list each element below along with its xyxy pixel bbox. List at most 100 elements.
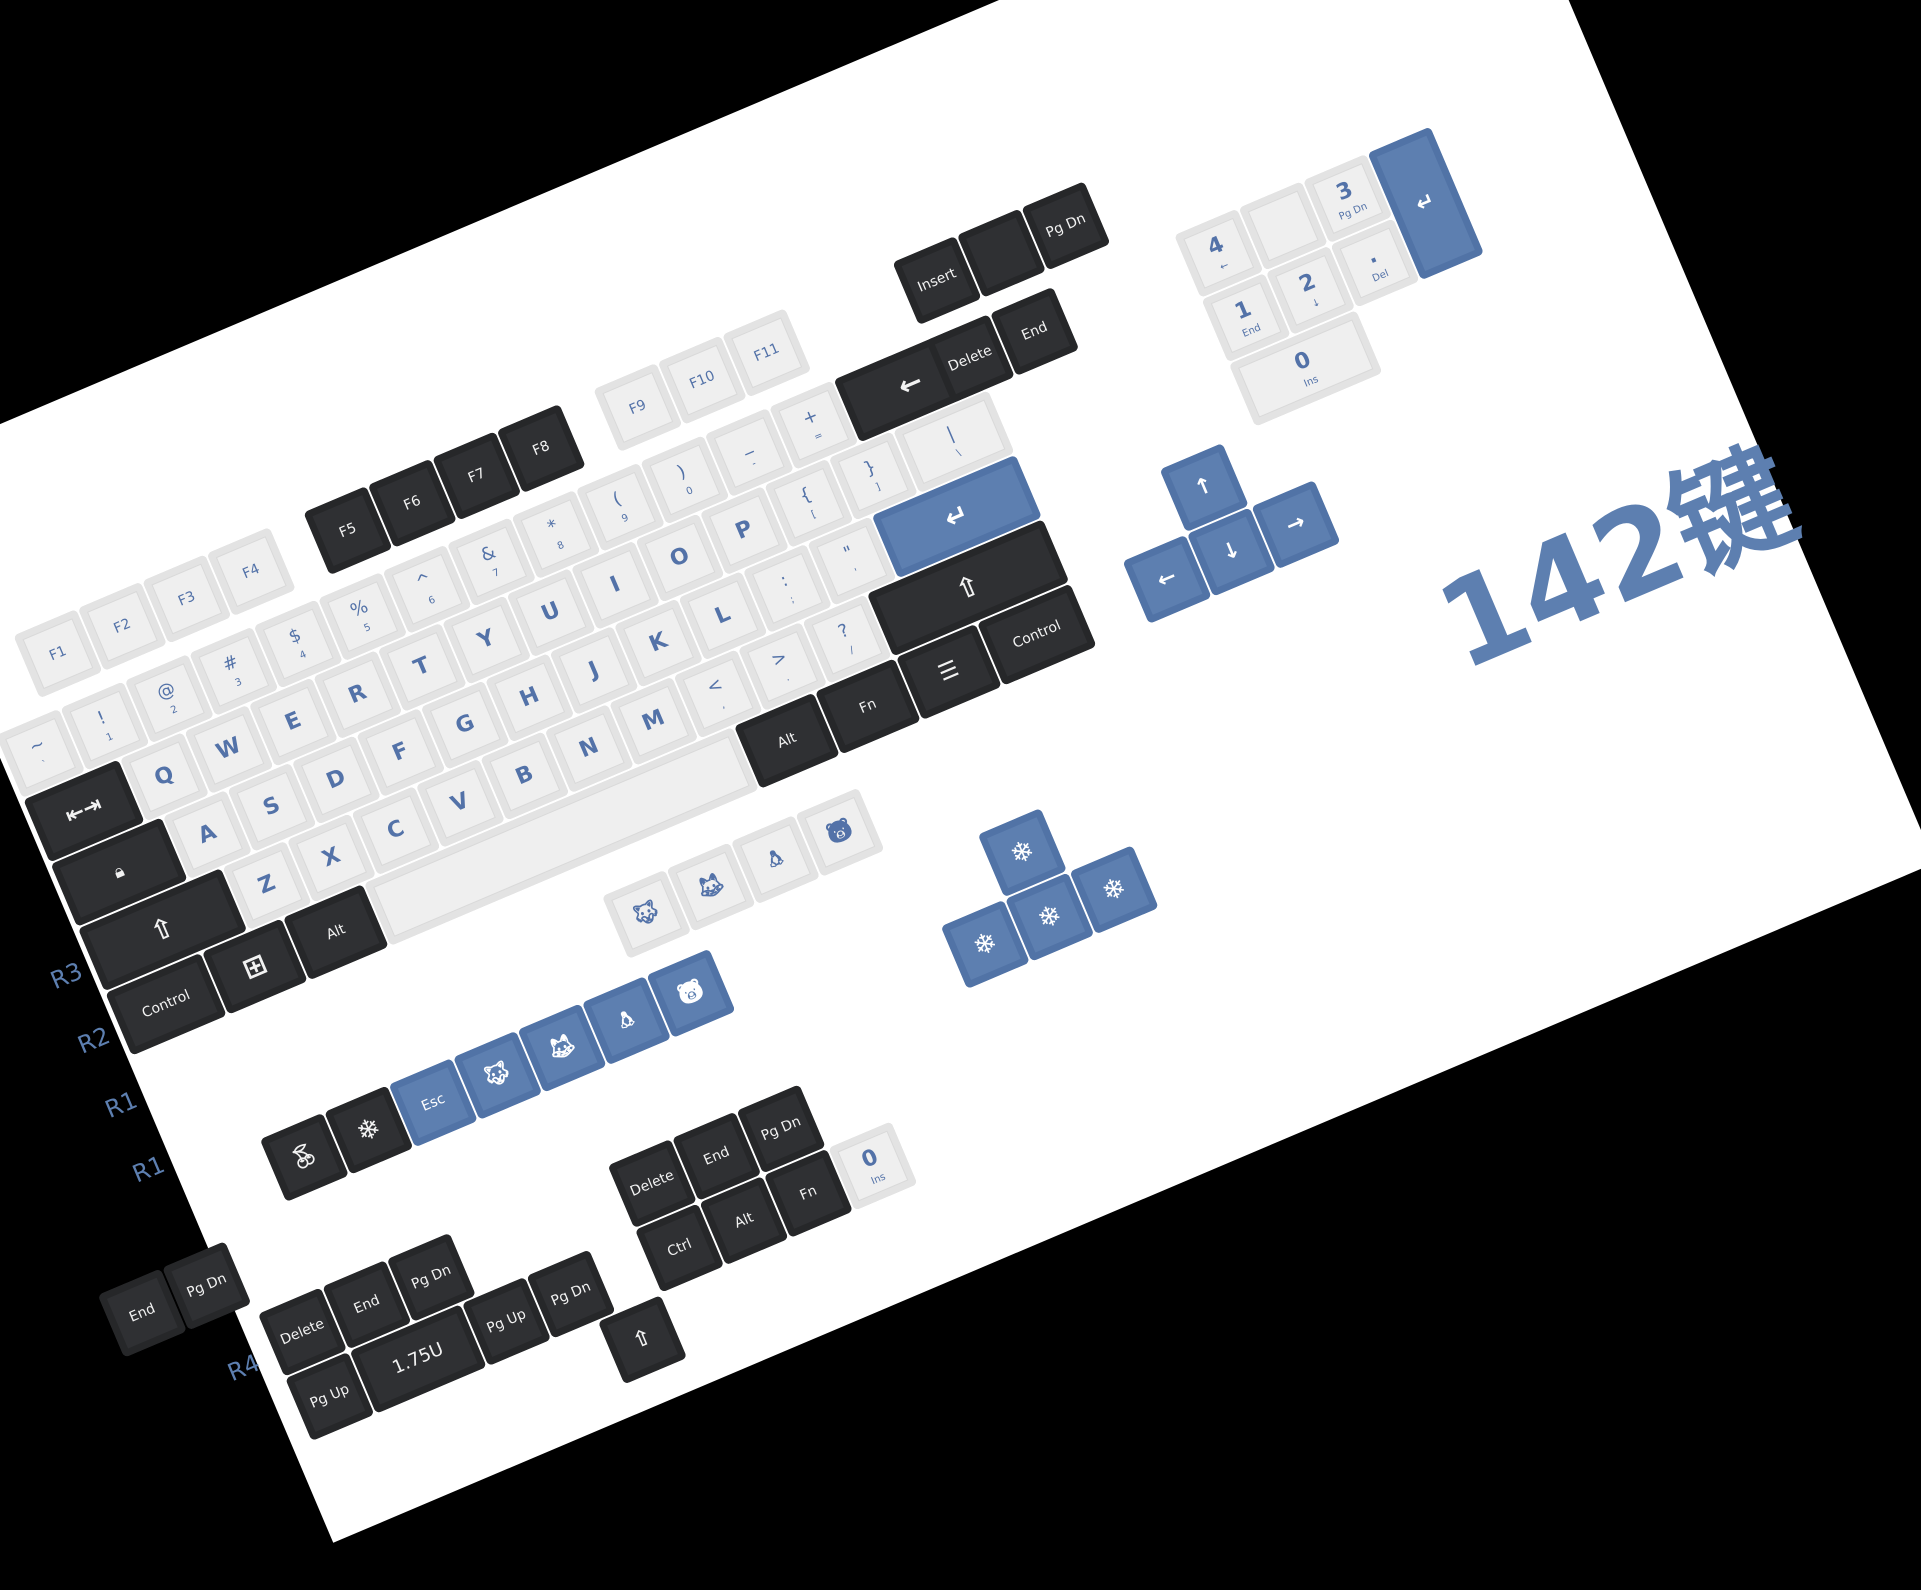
keycap-legend: F3 <box>175 588 198 610</box>
keycap-sublegend: 1 <box>104 730 115 744</box>
keycap-legend: Delete <box>945 342 995 376</box>
keycap-sublegend: \ <box>954 447 963 459</box>
keycap-legend: Esc <box>419 1090 448 1115</box>
keycap-sublegend: 7 <box>491 566 502 580</box>
keycap-legend: Y <box>474 625 499 655</box>
keycap-sublegend: ' <box>853 566 861 578</box>
keycap-sublegend: 0 <box>684 484 695 498</box>
keycap-legend: C <box>383 815 409 846</box>
keycap-legend: " <box>840 541 857 565</box>
keycap-legend: W <box>212 733 245 766</box>
keycap-legend: ⇧ <box>145 909 180 949</box>
keycap-legend: ❄ <box>1032 896 1067 937</box>
keycap-legend: End <box>1019 318 1051 344</box>
keycap-legend: Pg Dn <box>409 1261 454 1293</box>
keycap-legend: F10 <box>687 367 718 393</box>
keycap-legend: ↵ <box>939 496 974 536</box>
keycap-legend: Delete <box>278 1315 327 1349</box>
keycap-legend: S <box>259 792 285 822</box>
keycap-legend: 🐧︎ <box>764 845 787 874</box>
keycap-grid: F1 F2 F3 F4 F5 F6 F7 F8 F9 F10 F11 Insert Pg Dn ~ `! 1 @… <box>0 0 1485 1442</box>
keycap-legend: ❄ <box>351 1109 386 1150</box>
keycap-legend: 🐺︎ <box>479 1058 516 1093</box>
keycap-legend: F <box>388 737 413 767</box>
keycap-sublegend: ] <box>874 481 883 493</box>
keycap-legend: ! <box>94 707 110 730</box>
keycap-legend: U <box>537 597 565 628</box>
row-label: R1 <box>128 1150 169 1189</box>
keycap-sublegend: ↓ <box>1310 296 1323 311</box>
keycap-legend: | <box>943 422 958 445</box>
keycap-legend: 1.75U <box>389 1338 447 1379</box>
keycap-legend: H <box>516 682 544 713</box>
keycap-legend: 🍒︎ <box>286 1140 323 1175</box>
keycap-layout-sheet: R3 R2 R1 R1 R4 142键 F1 F2 F3 F4 F5 F6 F7 F8 F9 F1… <box>0 0 1921 1543</box>
keycap-legend: : <box>777 569 792 592</box>
keycap-legend: ) <box>674 460 689 484</box>
keycap-legend: ⊞ <box>237 946 272 986</box>
keycap-legend: F9 <box>626 396 649 419</box>
keycap-legend: . <box>1363 242 1381 269</box>
keycap-legend: L <box>711 601 735 630</box>
keycap-legend: ( <box>609 488 625 511</box>
keycap-legend: F4 <box>240 560 263 583</box>
keycap-legend: ⇧ <box>629 1324 656 1355</box>
keycap-legend: 1 <box>1231 295 1255 325</box>
keycap-legend: 🐧︎ <box>615 1006 638 1035</box>
keycap-legend: & <box>477 541 499 567</box>
keycap-legend: Q <box>150 761 178 792</box>
keycap-sublegend: = <box>812 429 825 444</box>
row-label: R1 <box>101 1085 142 1124</box>
keycap-legend: F5 <box>336 519 359 542</box>
keycap-legend: Control <box>139 987 193 1022</box>
keycap-legend: A <box>194 819 221 850</box>
keycap-sublegend: 5 <box>362 621 373 635</box>
keycap-legend: + <box>799 404 822 430</box>
keycap-legend: 0 <box>1290 346 1315 376</box>
keycap-legend: 3 <box>1332 176 1357 206</box>
keycap-legend: Pg Dn <box>184 1270 229 1302</box>
keycap-legend: 🐻︎ <box>673 976 709 1011</box>
keycap-sublegend: End <box>1240 322 1263 340</box>
keycap-legend: # <box>219 650 242 677</box>
keycap-legend: End <box>351 1292 383 1318</box>
keycap-sublegend: / <box>848 644 856 657</box>
keycap-legend: < <box>703 673 726 699</box>
keycap-sublegend: Ins <box>869 1171 888 1188</box>
keycap-legend: $ <box>285 624 305 648</box>
keycap-legend: > <box>768 646 791 672</box>
keycap-legend: ⇧ <box>950 567 986 608</box>
keycap-legend: ^ <box>412 568 435 594</box>
keycap-legend: F8 <box>530 437 553 460</box>
keycap-sublegend: Ins <box>1302 373 1321 390</box>
keycap-sublegend: ` <box>40 758 50 771</box>
keycap-legend: ❄ <box>967 924 1003 964</box>
keycap-legend: @ <box>153 677 179 704</box>
keycap-legend: Delete <box>627 1167 677 1200</box>
keycap-legend: 🔒︎ <box>110 859 128 883</box>
keycap-legend: Pg Dn <box>1043 210 1089 242</box>
keycap-legend: N <box>575 733 603 764</box>
keycap-legend: ? <box>835 619 853 643</box>
keycap-legend: End <box>701 1143 733 1169</box>
keycap-legend: % <box>347 595 372 622</box>
keycap-legend: 🦊︎ <box>693 869 729 904</box>
keycap-legend: Alt <box>324 921 348 944</box>
keycap-legend: } <box>860 456 880 480</box>
keycap-legend: Z <box>254 870 280 900</box>
keycap-sublegend: , <box>719 699 727 711</box>
keycap-legend: 2 <box>1295 268 1320 298</box>
keycap-legend: Insert <box>915 265 959 296</box>
keycap-legend: B <box>512 761 538 791</box>
keycap-legend: O <box>666 542 694 574</box>
page-title: 142键 <box>1419 425 1815 698</box>
keycap-legend: G <box>452 710 479 741</box>
keycap-legend: 0 <box>857 1144 882 1174</box>
keycap-legend: Alt <box>732 1209 756 1232</box>
keycap-legend: F6 <box>401 492 424 514</box>
keycap-sublegend: - <box>750 457 758 470</box>
keycap-legend: I <box>606 572 625 599</box>
keycap-sublegend: 4 <box>297 648 309 662</box>
keycap-legend: P <box>732 515 757 546</box>
row-label: R3 <box>46 956 87 996</box>
